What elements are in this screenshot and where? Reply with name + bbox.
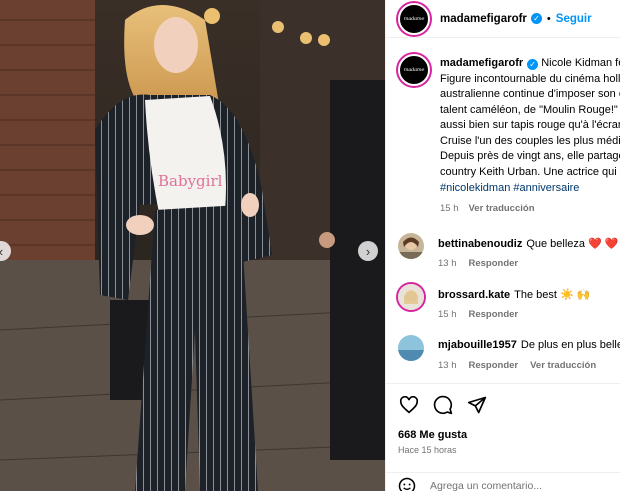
shirt-print-text: Babygirl <box>158 172 223 190</box>
reply-button[interactable]: Responder <box>469 360 519 371</box>
commenter-avatar[interactable] <box>398 284 424 310</box>
comment-text: brossard.kate The best ☀️ 🙌 <box>438 289 591 301</box>
caption-line: Cruise l'un des couples les plus médiat <box>440 134 620 147</box>
post-actions: 668 Me gusta Hace 15 horas Agrega un com… <box>386 383 620 491</box>
add-comment-bar: Agrega un comentario... <box>386 472 620 491</box>
caption-author-avatar[interactable]: madame <box>398 54 430 86</box>
comment-meta: 13 h Responder Ver traducción <box>438 360 597 371</box>
sun-hands-emojis: ☀️ 🙌 <box>560 289 591 301</box>
post-timestamp: Hace 15 horas <box>398 445 457 455</box>
share-icon[interactable] <box>466 394 488 416</box>
author-username[interactable]: madamefigarofr <box>440 13 527 25</box>
comment-item: mjabouille1957 De plus en plus belle 13 h… <box>398 335 620 379</box>
chevron-right-icon: › <box>365 243 371 259</box>
follow-button[interactable]: Seguir <box>556 13 592 25</box>
heart-emojis: ❤️ ❤️ ❤️ <box>588 238 620 250</box>
commenter-username[interactable]: bettinabenoudiz <box>438 238 522 250</box>
photo-illustration: Babygirl <box>0 0 385 491</box>
emoji-icon[interactable] <box>398 477 416 491</box>
reply-button[interactable]: Responder <box>469 309 519 320</box>
chevron-left-icon: ‹ <box>0 244 3 259</box>
comment-text: bettinabenoudizQue belleza ❤️ ❤️ ❤️ <box>438 237 620 250</box>
author-avatar[interactable]: madame <box>398 2 430 35</box>
comment-item: brossard.kate The best ☀️ 🙌 15 h Responder <box>398 284 620 328</box>
next-photo-button[interactable]: › <box>358 241 378 261</box>
heart-icon[interactable] <box>398 394 420 416</box>
caption-line: talent caméléon, de "Moulin Rouge!" à <box>440 103 620 116</box>
verified-badge-icon: ✓ <box>527 59 539 71</box>
caption-line: country Keith Urban. Une actrice qui tr <box>440 165 620 178</box>
commenter-avatar[interactable] <box>398 335 424 361</box>
comment-meta: 13 h Responder <box>438 258 519 269</box>
see-translation-button[interactable]: Ver traducción <box>469 203 535 214</box>
post-sidebar: madame madamefigarofr ✓ • Seguir madame … <box>385 0 620 491</box>
caption-hashtags[interactable]: #nicolekidman #anniversaire <box>440 182 579 194</box>
commenter-username[interactable]: mjabouille1957 <box>438 339 517 351</box>
caption-meta: 15 h Ver traducción <box>440 203 535 214</box>
comment-icon[interactable] <box>432 394 454 416</box>
caption-line: Nicole Kidman fête <box>541 57 620 69</box>
caption-line: Depuis près de vingt ans, elle partage <box>440 150 620 162</box>
verified-badge-icon: ✓ <box>530 13 542 24</box>
caption-time: 15 h <box>440 203 459 214</box>
reply-button[interactable]: Responder <box>469 258 519 269</box>
commenter-username[interactable]: brossard.kate <box>438 289 510 301</box>
comment-item: bettinabenoudizQue belleza ❤️ ❤️ ❤️ 13 h… <box>398 233 620 277</box>
caption-username[interactable]: madamefigarofr <box>440 57 523 69</box>
comment-text: mjabouille1957 De plus en plus belle <box>438 339 620 351</box>
caption-line: aussi bien sur tapis rouge qu'à l'écran, <box>440 119 620 131</box>
post-header: madame madamefigarofr ✓ • Seguir <box>386 0 620 38</box>
comment-meta: 15 h Responder <box>438 309 519 320</box>
see-translation-button[interactable]: Ver traducción <box>530 360 596 371</box>
caption-line: Figure incontournable du cinéma holly <box>440 72 620 85</box>
commenter-avatar[interactable] <box>398 233 424 259</box>
post-photo[interactable]: Babygirl ‹ › <box>0 0 385 491</box>
caption-text: madamefigarofr ✓ Nicole Kidman fête Figur… <box>440 56 620 180</box>
instagram-post-modal: Babygirl ‹ › madame madamefigarofr ✓ • S… <box>0 0 620 491</box>
likes-count[interactable]: 668 Me gusta <box>398 429 467 441</box>
add-comment-input[interactable]: Agrega un comentario... <box>430 480 542 491</box>
separator-dot: • <box>546 12 551 25</box>
caption-line: australienne continue d'imposer son é <box>440 88 620 100</box>
